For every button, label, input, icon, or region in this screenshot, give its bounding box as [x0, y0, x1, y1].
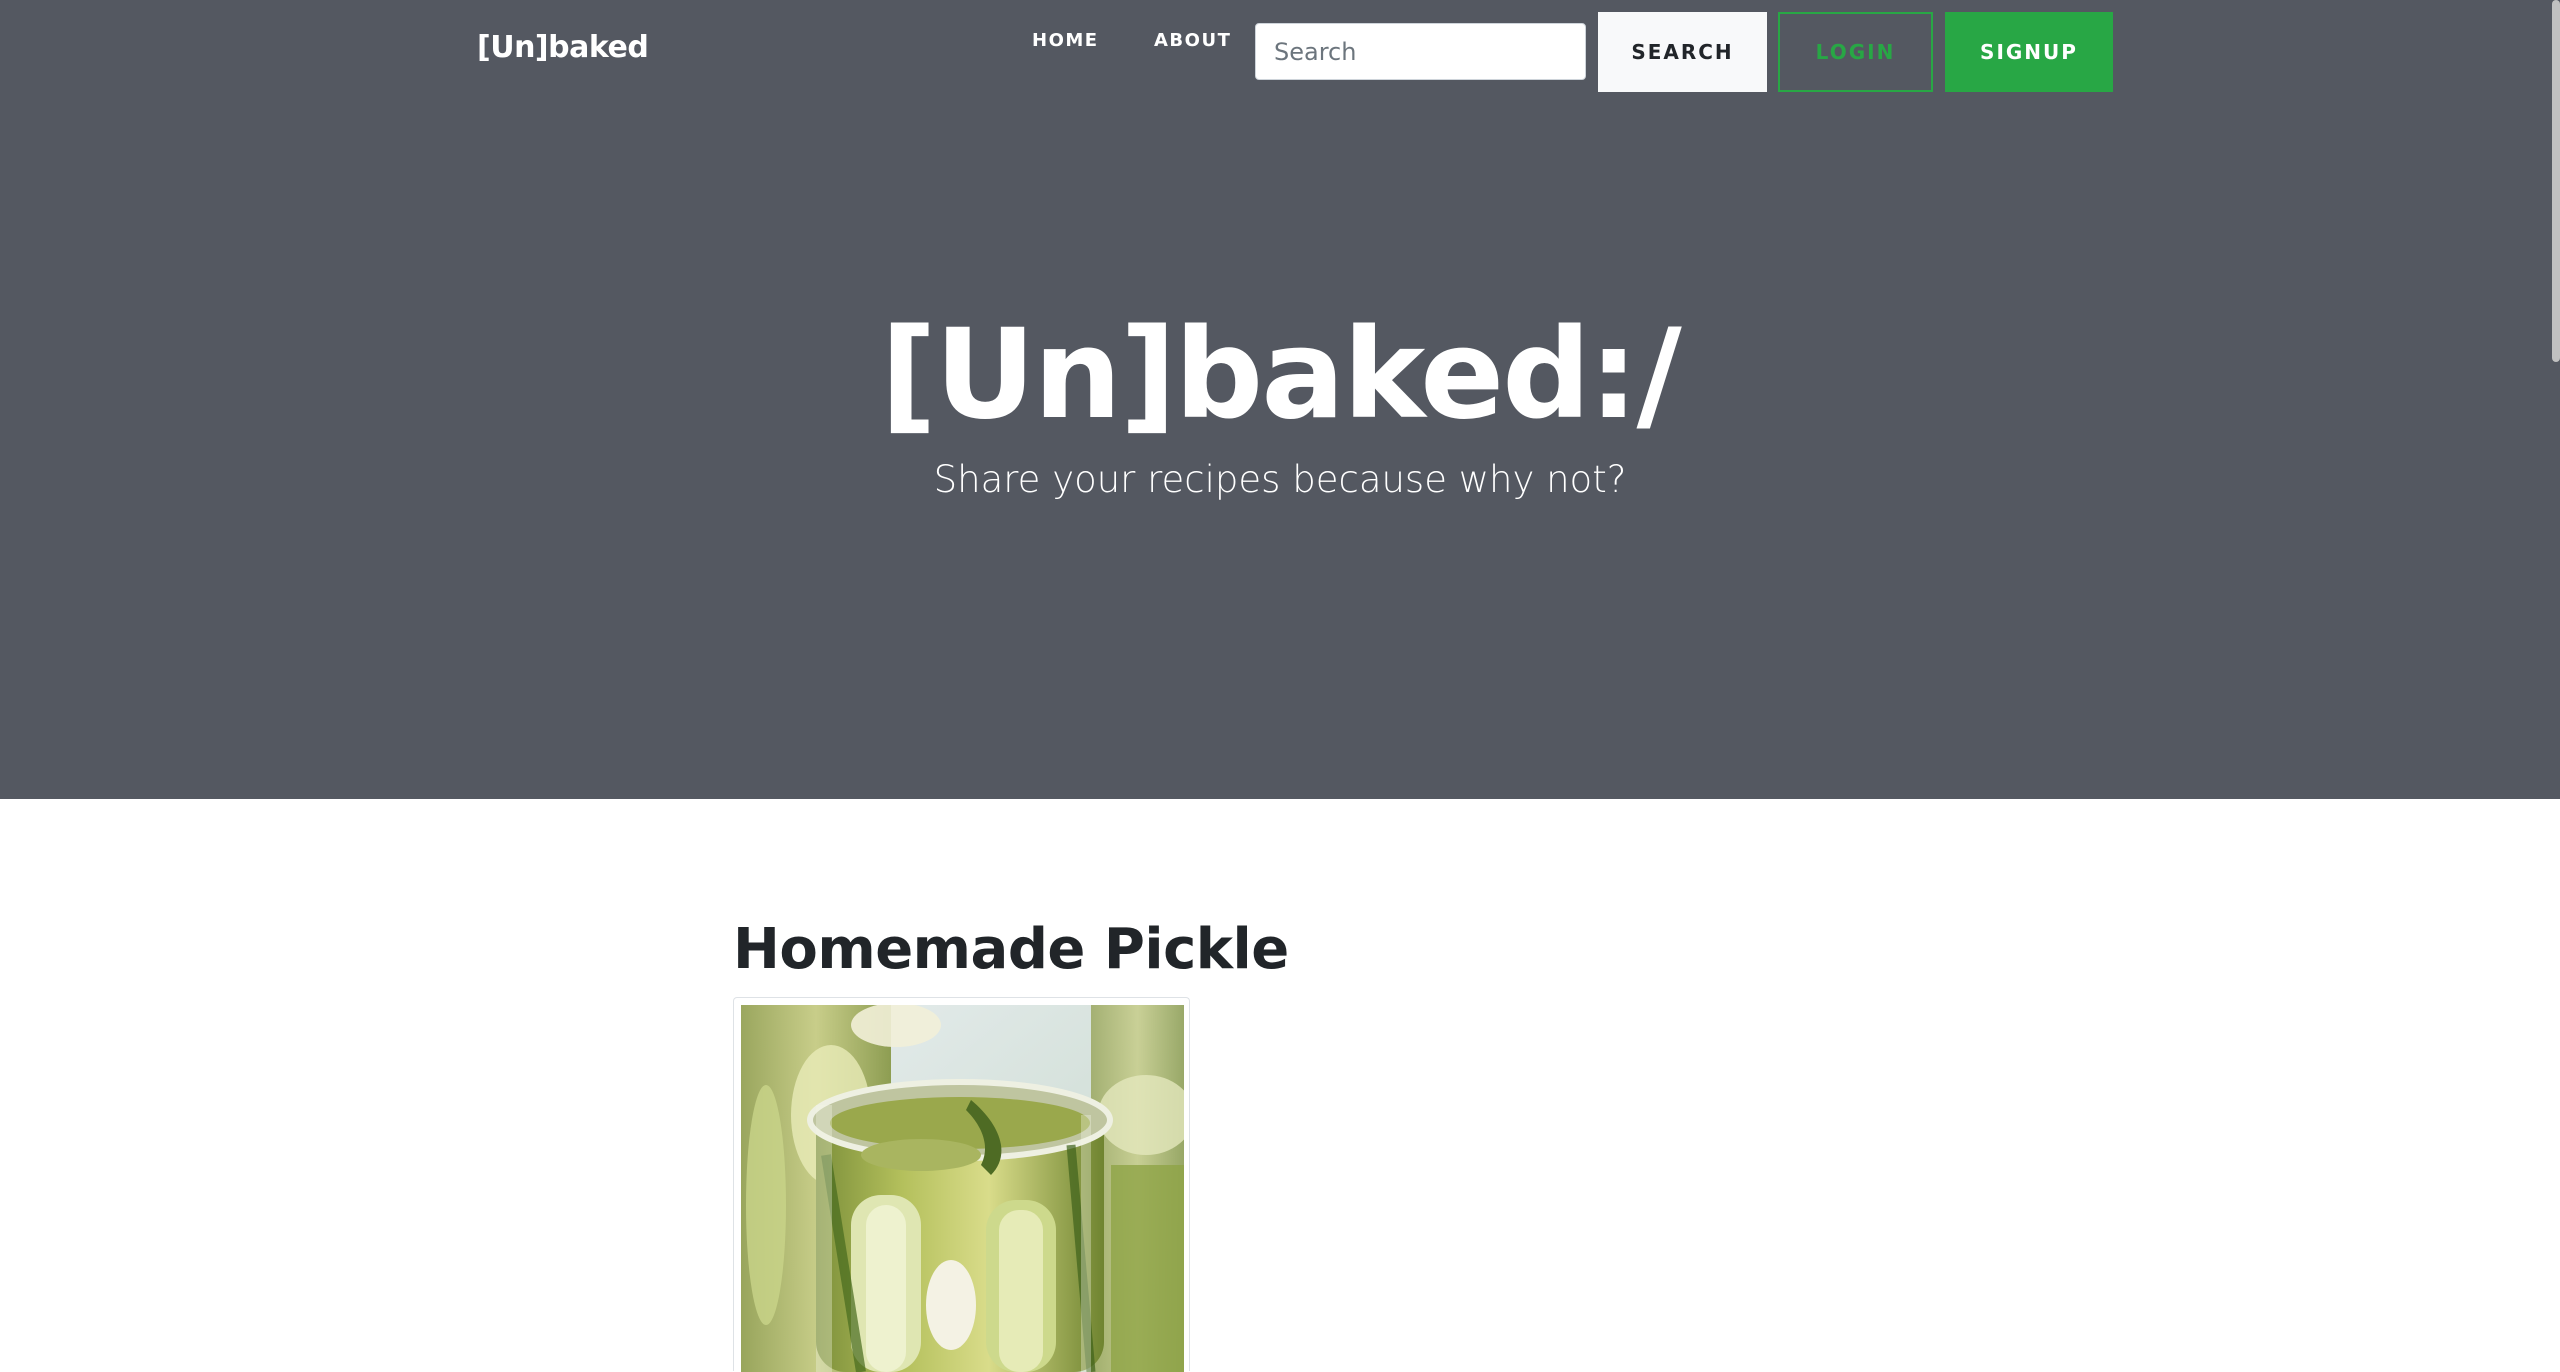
masthead: [Un]baked HOME ABOUT SEARCH LOGIN SIGNUP… — [0, 0, 2560, 799]
login-button[interactable]: LOGIN — [1778, 12, 1933, 92]
hero-subtitle: Share your recipes because why not? — [933, 458, 1627, 501]
brand-logo[interactable]: [Un]baked — [477, 30, 649, 65]
recipe-title: Homemade Pickle — [733, 917, 1289, 982]
search-input[interactable] — [1255, 23, 1586, 80]
nav-link-about[interactable]: ABOUT — [1154, 30, 1231, 51]
nav-link-home[interactable]: HOME — [1032, 30, 1099, 51]
recipe-image-card[interactable] — [733, 997, 1190, 1372]
signup-button[interactable]: SIGNUP — [1945, 12, 2113, 92]
recipe-image — [741, 1005, 1184, 1372]
hero-title: [Un]baked:/ — [880, 303, 1682, 447]
page-scrollbar[interactable] — [2552, 0, 2560, 362]
search-button[interactable]: SEARCH — [1598, 12, 1767, 92]
